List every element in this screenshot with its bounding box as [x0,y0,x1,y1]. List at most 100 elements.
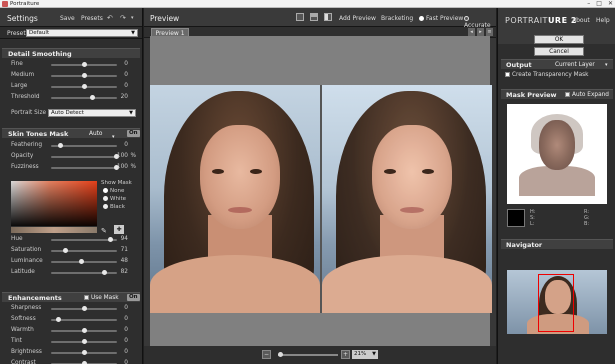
zoom-in-button[interactable]: + [341,350,350,359]
zoom-select[interactable]: 21% ▼ [352,350,378,359]
skin-mode[interactable]: Auto [89,129,102,139]
settings-panel: Settings Save Presets ↶ ↷ ▾ Preset Defau… [0,8,143,364]
mask-option-none[interactable]: None [103,188,132,194]
cancel-button[interactable]: Cancel [534,47,584,56]
split-vertical-icon[interactable] [324,13,332,21]
ok-button[interactable]: OK [534,35,584,44]
chevron-down-icon[interactable]: ▾ [131,15,134,21]
lips [400,207,424,213]
preset-dropdown[interactable]: Default ▼ [26,29,138,37]
detail-smoothing-header[interactable]: Detail Smoothing [2,48,140,58]
tab-next-icon[interactable]: ▸ [477,28,484,36]
preview-canvas[interactable] [150,36,492,346]
auto-expand-toggle[interactable]: Auto Expand [565,90,609,100]
slider-track[interactable] [51,97,117,99]
slider-knob[interactable] [82,73,87,78]
chevron-down-icon: ▼ [131,30,135,36]
single-view-icon[interactable] [296,13,304,21]
fast-preview-radio[interactable]: Fast Preview [419,15,463,22]
save-button[interactable]: Save [60,15,75,22]
slider-knob[interactable] [56,317,62,322]
slider-knob[interactable] [62,248,68,253]
slider-knob[interactable] [82,84,87,89]
add-preview-button[interactable]: Add Preview [339,15,376,22]
show-mask-group: Show Mask None White Black [101,180,132,210]
skin-on-toggle[interactable]: On [127,130,140,137]
slider-value: 82 [120,269,128,275]
retouched-photo [322,85,492,313]
preview-title: Preview [150,14,180,23]
slider-track[interactable] [51,272,117,274]
mask-option-black[interactable]: Black [103,204,132,210]
output-title: Output [506,61,532,69]
use-mask-toggle[interactable]: Use Mask [84,293,119,303]
bracketing-button[interactable]: Bracketing [381,15,413,22]
slider-knob[interactable] [82,350,87,355]
slider-track[interactable] [51,156,117,158]
slider-row-brightness: Brightness 0 [11,348,136,357]
slider-label: Warmth [11,327,34,333]
slider-knob[interactable] [78,259,84,264]
slider-unit: % [130,153,136,159]
slider-knob[interactable] [89,95,95,100]
maximize-icon[interactable]: □ [596,0,602,8]
tab-prev-icon[interactable]: ◂ [468,28,475,36]
slider-value: 48 [120,258,128,264]
close-icon[interactable]: ✕ [608,0,613,8]
b-label: B: [584,221,590,227]
slider-value: 100 [116,153,128,159]
slider-knob[interactable] [102,270,108,275]
slider-row-sharpness: Sharpness 0 [11,304,136,313]
window-controls: – □ ✕ [587,0,613,8]
navigator-header[interactable]: Navigator [501,239,613,249]
tab-menu-icon[interactable]: ≡ [486,28,493,36]
mask-option-white[interactable]: White [103,196,132,202]
skin-tones-header[interactable]: Skin Tones Mask Auto ▾ On [2,128,140,140]
slider-value: 0 [124,349,128,355]
portrait-size-value: Auto Detect [51,110,84,116]
slider-row-medium: Medium 0 [11,71,136,80]
slider-track[interactable] [51,167,117,169]
slider-knob[interactable] [107,237,113,242]
zoom-slider-knob[interactable] [278,352,283,357]
slider-value: 0 [124,327,128,333]
navigator-image[interactable] [507,270,607,334]
enhancements-on-toggle[interactable]: On [127,294,140,301]
transparency-checkbox[interactable]: Create Transparency Mask [505,72,589,78]
slider-label: Tint [11,338,22,344]
about-link[interactable]: About [572,17,590,24]
skin-tone-bar[interactable] [11,227,97,233]
slider-track[interactable] [51,261,117,263]
navigator-viewport-rect[interactable] [538,274,574,332]
use-mask-label: Use Mask [91,295,119,301]
slider-track[interactable] [51,250,117,252]
mask-preview-header[interactable]: Mask Preview Auto Expand [501,89,613,99]
zoom-out-button[interactable]: − [262,350,271,359]
output-select[interactable]: Current Layer [555,60,595,70]
slider-row-feathering: Feathering 0 [11,141,136,150]
slider-knob[interactable] [82,339,87,344]
slider-label: Opacity [11,153,34,159]
help-link[interactable]: Help [596,17,610,24]
slider-knob[interactable] [57,143,63,148]
portrait-size-dropdown[interactable]: Auto Detect ▼ [48,109,136,117]
split-horizontal-icon[interactable] [310,13,318,21]
eyedropper-plus-icon[interactable]: ✚ [114,225,124,234]
slider-knob[interactable] [82,328,87,333]
zoom-slider[interactable] [278,354,338,356]
enhancements-header[interactable]: Enhancements Use Mask On [2,292,140,302]
navigator-title: Navigator [506,241,543,249]
slider-row-luminance: Luminance 48 [11,257,136,266]
eyedropper-icon[interactable]: ✎ [101,227,107,235]
presets-button[interactable]: Presets [81,15,103,22]
output-header[interactable]: Output Current Layer ▾ [501,59,613,69]
minimize-icon[interactable]: – [587,0,590,8]
skin-tone-picker[interactable] [11,181,97,226]
slider-unit: % [130,164,136,170]
redo-icon[interactable]: ↷ [120,14,126,22]
slider-knob[interactable] [82,306,87,311]
fast-preview-label: Fast Preview [426,15,464,22]
chevron-down-icon[interactable]: ▾ [605,60,608,70]
undo-icon[interactable]: ↶ [107,14,113,22]
slider-knob[interactable] [82,62,87,67]
